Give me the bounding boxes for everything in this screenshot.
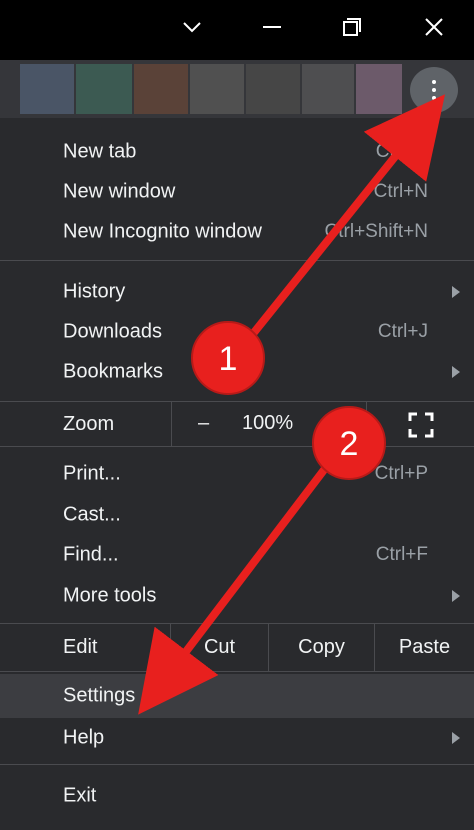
menu-item-bookmarks[interactable]: Bookmarks bbox=[0, 352, 474, 392]
zoom-in-button[interactable]: + bbox=[325, 412, 338, 438]
copy-button[interactable]: Copy bbox=[269, 623, 374, 671]
menu-item-find[interactable]: Find... Ctrl+F bbox=[0, 535, 474, 575]
menu-item-label: Settings bbox=[63, 684, 136, 707]
menu-item-more-tools[interactable]: More tools bbox=[0, 576, 474, 616]
toolbar-swatch bbox=[302, 64, 354, 114]
chevron-down-icon[interactable] bbox=[172, 10, 212, 44]
menu-item-downloads[interactable]: Downloads Ctrl+J bbox=[0, 312, 474, 352]
shortcut-label: Ctrl+T bbox=[375, 141, 428, 162]
menu-divider bbox=[171, 402, 172, 446]
menu-item-exit[interactable]: Exit bbox=[0, 776, 474, 816]
zoom-level: 100% bbox=[242, 412, 294, 434]
menu-divider bbox=[0, 401, 474, 402]
menu-item-history[interactable]: History bbox=[0, 272, 474, 312]
zoom-out-button[interactable]: – bbox=[198, 412, 209, 435]
toolbar-swatch bbox=[134, 64, 188, 114]
menu-item-label: Exit bbox=[63, 784, 97, 807]
menu-item-label: Bookmarks bbox=[63, 360, 164, 383]
toolbar-swatch bbox=[20, 64, 74, 114]
menu-divider bbox=[0, 260, 474, 261]
menu-divider bbox=[366, 402, 367, 446]
menu-item-print[interactable]: Print... Ctrl+P bbox=[0, 454, 474, 494]
minimize-icon[interactable] bbox=[252, 10, 292, 44]
restore-icon[interactable] bbox=[332, 10, 372, 44]
toolbar-swatch bbox=[246, 64, 300, 114]
paste-button[interactable]: Paste bbox=[375, 623, 474, 671]
submenu-arrow-icon bbox=[452, 590, 460, 602]
fullscreen-icon[interactable] bbox=[408, 412, 434, 438]
title-bar bbox=[0, 0, 474, 60]
shortcut-label: Ctrl+Shift+N bbox=[324, 221, 428, 242]
toolbar-swatch bbox=[356, 64, 402, 114]
menu-divider bbox=[0, 671, 474, 672]
edit-label: Edit bbox=[63, 636, 98, 658]
kebab-menu-icon[interactable] bbox=[410, 67, 458, 113]
browser-toolbar bbox=[0, 60, 474, 118]
toolbar-swatch bbox=[190, 64, 244, 114]
menu-item-settings[interactable]: Settings bbox=[0, 674, 474, 718]
toolbar-swatch bbox=[76, 64, 132, 114]
menu-item-label: New tab bbox=[63, 140, 137, 163]
menu-item-label: History bbox=[63, 280, 126, 303]
menu-item-new-incognito-window[interactable]: New Incognito window Ctrl+Shift+N bbox=[0, 212, 474, 252]
submenu-arrow-icon bbox=[452, 366, 460, 378]
shortcut-label: Ctrl+F bbox=[375, 544, 428, 565]
menu-item-label: Downloads bbox=[63, 320, 162, 343]
menu-item-label: Help bbox=[63, 726, 105, 749]
menu-item-new-window[interactable]: New window Ctrl+N bbox=[0, 172, 474, 212]
menu-divider bbox=[0, 764, 474, 765]
menu-item-help[interactable]: Help bbox=[0, 718, 474, 758]
menu-item-label: Find... bbox=[63, 543, 119, 566]
menu-item-new-tab[interactable]: New tab Ctrl+T bbox=[0, 132, 474, 172]
menu-item-label: Print... bbox=[63, 462, 121, 485]
cut-button[interactable]: Cut bbox=[171, 623, 268, 671]
menu-item-cast[interactable]: Cast... bbox=[0, 495, 474, 535]
menu-item-label: More tools bbox=[63, 584, 157, 607]
menu-item-label: Cast... bbox=[63, 503, 121, 526]
menu-divider bbox=[0, 446, 474, 447]
shortcut-label: Ctrl+N bbox=[373, 181, 428, 202]
menu-item-label: New Incognito window bbox=[63, 220, 262, 243]
submenu-arrow-icon bbox=[452, 286, 460, 298]
close-icon[interactable] bbox=[414, 10, 454, 44]
submenu-arrow-icon bbox=[452, 732, 460, 744]
shortcut-label: Ctrl+J bbox=[377, 321, 428, 342]
menu-item-label: New window bbox=[63, 180, 176, 203]
shortcut-label: Ctrl+P bbox=[374, 463, 428, 484]
zoom-label: Zoom bbox=[63, 413, 115, 435]
